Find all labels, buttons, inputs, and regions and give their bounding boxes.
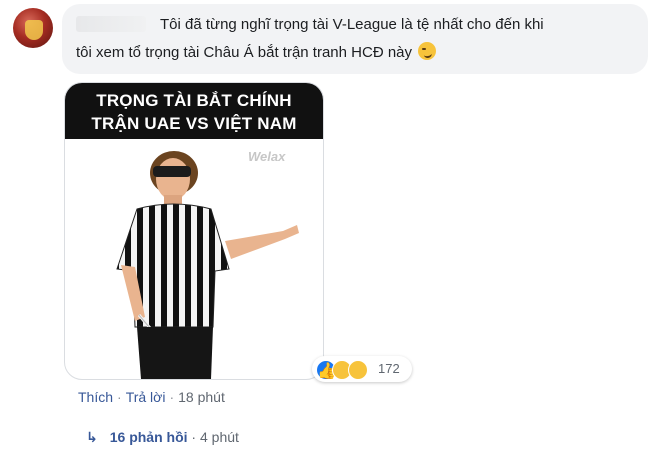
- reactions-summary[interactable]: 172: [312, 356, 412, 382]
- comment-time[interactable]: 18 phút: [178, 389, 225, 405]
- comment-bubble: Tôi đã từng nghĩ trọng tài V-League là t…: [62, 4, 648, 74]
- meme-caption-line1: TRỌNG TÀI BẮT CHÍNH: [96, 91, 292, 110]
- replies-time: 4 phút: [199, 429, 239, 445]
- comment-actions: Thích · Trả lời · 18 phút: [78, 389, 225, 405]
- view-replies[interactable]: ↳ 16 phản hồi · 4 phút: [86, 429, 239, 446]
- replies-count-label[interactable]: 16 phản hồi: [110, 429, 188, 445]
- comment-text-line1: Tôi đã từng nghĩ trọng tài V-League là t…: [160, 16, 544, 33]
- reply-arrow-icon: ↳: [86, 429, 98, 445]
- avatar-badge-icon: [25, 20, 43, 40]
- comment-image[interactable]: TRỌNG TÀI BẮT CHÍNH TRẬN UAE VS VIỆT NAM…: [64, 82, 324, 380]
- commenter-avatar[interactable]: [13, 8, 53, 48]
- reaction-count: 172: [378, 361, 400, 376]
- comment-text-line2: tôi xem tổ trọng tài Châu Á bắt trận tra…: [76, 44, 412, 61]
- sad-icon: [348, 360, 368, 380]
- referee-illustration: [116, 151, 299, 379]
- meme-caption-line2: TRẬN UAE VS VIỆT NAM: [91, 114, 297, 133]
- meme-caption: TRỌNG TÀI BẮT CHÍNH TRẬN UAE VS VIỆT NAM: [65, 83, 323, 139]
- like-link[interactable]: Thích: [78, 389, 113, 405]
- smirk-emoji-icon: [418, 42, 436, 60]
- reply-link[interactable]: Trả lời: [126, 389, 166, 405]
- comment-author-name[interactable]: [76, 16, 146, 32]
